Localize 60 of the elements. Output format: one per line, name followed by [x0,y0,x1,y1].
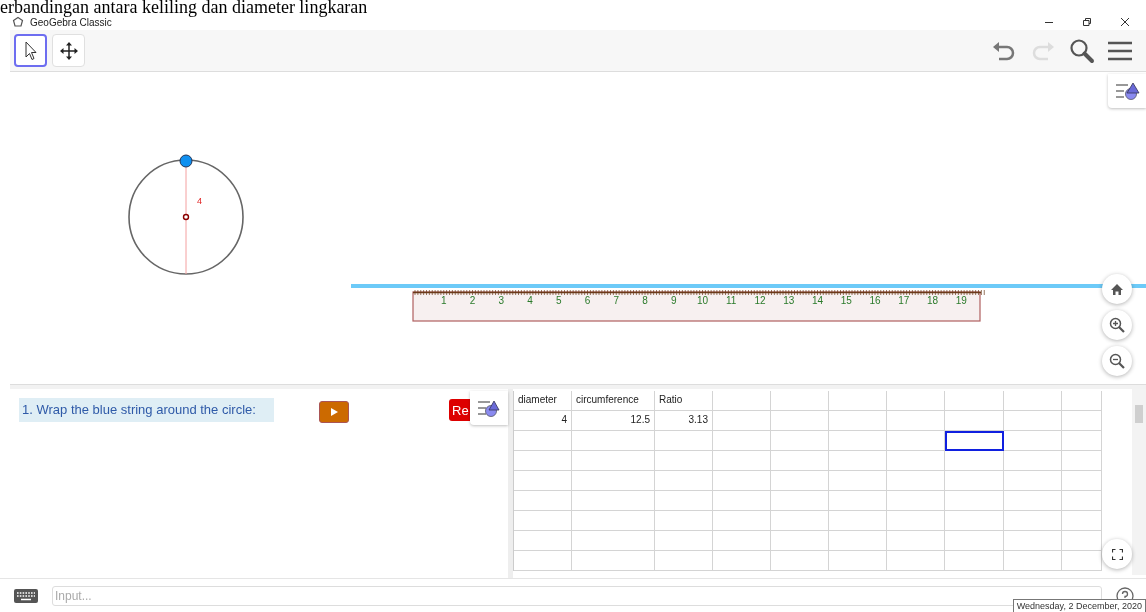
style-bar-toggle[interactable] [1108,74,1146,108]
table-cell[interactable]: Ratio [655,391,713,411]
ruler-label: 1 [440,295,447,306]
redo-icon[interactable] [1030,40,1056,61]
zoom-in-icon [1109,317,1125,333]
zoom-out-button[interactable] [1102,346,1132,376]
search-icon[interactable] [1069,37,1095,64]
instruction-text: 1. Wrap the blue string around the circle: [19,398,274,422]
center-point [182,213,190,221]
restore-icon[interactable] [1082,17,1092,27]
fullscreen-icon [1111,548,1123,560]
ruler-label: 2 [469,295,476,306]
shapes-icon [1114,81,1140,101]
menu-icon[interactable] [1108,39,1132,62]
play-icon [330,408,338,416]
undo-icon[interactable] [991,40,1017,61]
style-bar-toggle[interactable] [470,391,508,425]
play-button[interactable] [319,401,349,423]
ruler-label: 11 [726,295,737,306]
window-title: GeoGebra Classic [30,16,112,28]
fullscreen-button[interactable] [1102,539,1132,569]
segment-label: 4 [197,196,202,206]
ruler-label: 15 [840,295,852,306]
app-logo-icon [12,16,24,28]
ruler-label: 5 [555,295,562,306]
ruler-label: 3 [498,295,505,306]
ruler-label: 18 [926,295,939,306]
ruler-label: 12 [754,295,766,306]
scroll-bar[interactable] [1132,389,1146,575]
table-cell[interactable]: circumference [572,391,655,411]
ruler-label: 8 [642,295,648,306]
date-tooltip: Wednesday, 2 December, 2020 [1012,599,1146,612]
reset-button[interactable]: Re [449,399,471,421]
ruler-label: 19 [955,295,967,306]
pointer-tool[interactable] [14,34,47,67]
zoom-out-icon [1109,353,1125,369]
move-tool[interactable] [52,34,85,67]
table-cell[interactable]: diameter [514,391,572,411]
table-cell[interactable]: 3.13 [655,411,713,431]
zoom-in-button[interactable] [1102,310,1132,340]
ruler-label: 14 [811,295,824,306]
shapes-icon [476,398,502,418]
ruler-label: 17 [898,295,910,306]
table-cell[interactable] [945,431,1004,451]
ruler-label: 4 [527,295,533,306]
ruler-label: 9 [670,295,677,306]
close-icon[interactable] [1120,17,1130,27]
move-arrows-icon [58,40,79,61]
home-icon [1110,282,1124,296]
table-cell[interactable]: 12.5 [572,411,655,431]
ruler-label: 10 [696,295,709,306]
keyboard-icon[interactable] [14,588,38,603]
table-cell[interactable]: 4 [514,411,572,431]
cursor-arrow-icon [23,40,38,61]
ruler-label: 13 [783,295,795,306]
home-button[interactable] [1102,274,1132,304]
ruler-label: 7 [613,295,620,306]
string-end-point[interactable] [179,154,193,168]
ruler-label: 16 [869,295,881,306]
ruler-label: 6 [584,295,591,306]
